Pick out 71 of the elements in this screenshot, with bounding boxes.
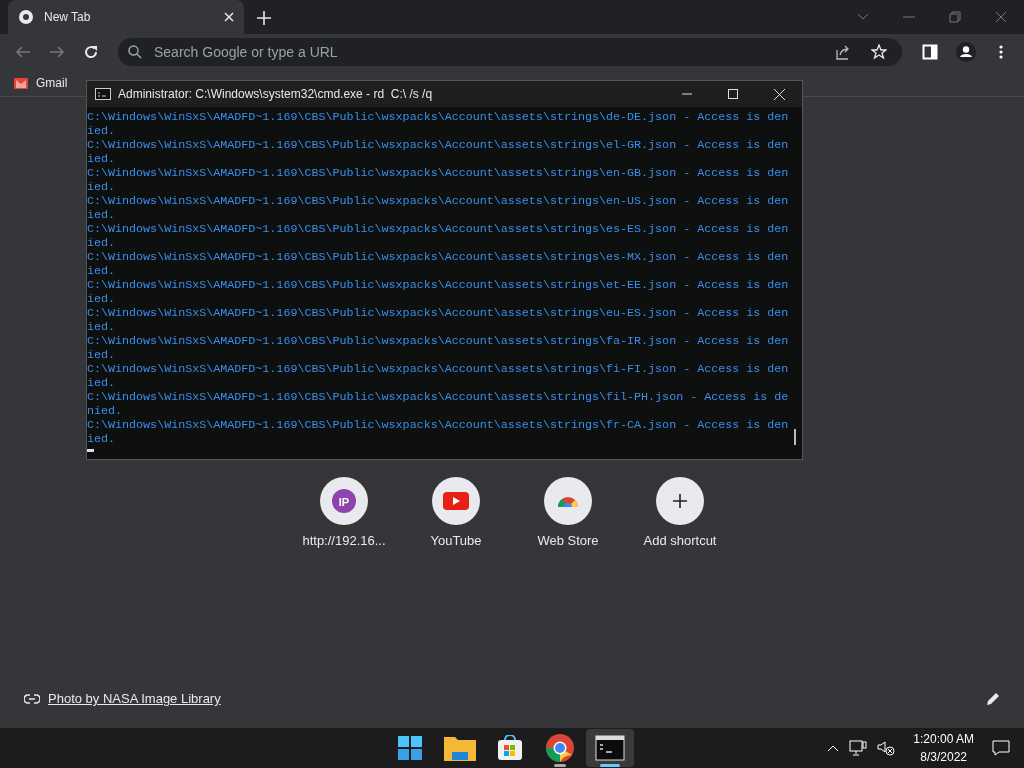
- restore-icon[interactable]: [949, 11, 961, 23]
- shortcut-tile[interactable]: [432, 477, 480, 525]
- window-title: Administrator: C:\Windows\system32\cmd.exe - rd C:\ /s /q: [118, 87, 433, 101]
- console-line: ied.: [87, 264, 117, 278]
- shortcut-tile[interactable]: IP: [320, 477, 368, 525]
- menu-icon[interactable]: [999, 45, 1003, 59]
- console-line: C:\Windows\WinSxS\AMADFD~1.169\CBS\Public\wsxpacks\Account\assets\strings\fr-CA.json - Access is den: [87, 418, 790, 432]
- terminal-icon: [595, 735, 625, 761]
- profile-icon[interactable]: [956, 42, 976, 62]
- console-line: C:\Windows\WinSxS\AMADFD~1.169\CBS\Public\wsxpacks\Account\assets\strings\de-DE.json - Access is den: [87, 110, 790, 124]
- taskbar-clock[interactable]: 1:20:00 AM 8/3/2022: [913, 730, 974, 766]
- console-line: ied.: [87, 236, 117, 250]
- console-line: C:\Windows\WinSxS\AMADFD~1.169\CBS\Public\wsxpacks\Account\assets\strings\fa-IR.json - Access is den: [87, 334, 790, 348]
- taskbar-button[interactable]: [586, 729, 634, 767]
- tab-title: New Tab: [44, 10, 92, 24]
- console-line: ied.: [87, 152, 117, 166]
- console-line: ied.: [87, 432, 117, 446]
- clock-time: 1:20:00 AM: [913, 731, 974, 748]
- console-line: ied.: [87, 292, 117, 306]
- plus-icon: [672, 493, 688, 509]
- console-line: ied.: [87, 320, 117, 334]
- notification-icon[interactable]: [992, 740, 1010, 756]
- forward-arrow-icon[interactable]: [49, 44, 65, 60]
- shortcut-label[interactable]: Web Store: [537, 533, 599, 548]
- reload-icon[interactable]: [83, 44, 99, 60]
- muted-speaker-icon[interactable]: [877, 740, 896, 756]
- browser-tab[interactable]: New Tab: [8, 0, 244, 34]
- shortcut-label[interactable]: YouTube: [430, 533, 482, 548]
- console-line: ied.: [87, 124, 117, 138]
- windows-icon: [397, 735, 423, 761]
- network-icon[interactable]: [849, 740, 868, 756]
- chevron-down-icon[interactable]: [857, 13, 869, 21]
- new-tab-icon[interactable]: [257, 11, 271, 25]
- console-line: C:\Windows\WinSxS\AMADFD~1.169\CBS\Public\wsxpacks\Account\assets\strings\en-GB.json - Access is den: [87, 166, 790, 180]
- bookmark[interactable]: Gmail: [14, 76, 68, 90]
- shortcut-tile[interactable]: [656, 477, 704, 525]
- folder-icon: [443, 734, 477, 762]
- console-line: C:\Windows\WinSxS\AMADFD~1.169\CBS\Public\wsxpacks\Account\assets\strings\et-EE.json - Access is den: [87, 278, 790, 292]
- console-line: ied.: [87, 348, 117, 362]
- youtube-icon: [443, 492, 469, 510]
- back-arrow-icon[interactable]: [15, 44, 31, 60]
- search-icon: [128, 45, 142, 59]
- photo-credit-link[interactable]: Photo by NASA Image Library: [48, 691, 221, 706]
- rainbow-icon: [557, 495, 579, 507]
- console-line: ied.: [87, 376, 117, 390]
- console-line: C:\Windows\WinSxS\AMADFD~1.169\CBS\Public\wsxpacks\Account\assets\strings\eu-ES.json - Access is den: [87, 306, 790, 320]
- pencil-icon[interactable]: [986, 691, 1000, 706]
- side-panel-icon[interactable]: [922, 44, 938, 60]
- console-line: ied.: [87, 180, 117, 194]
- console-line: C:\Windows\WinSxS\AMADFD~1.169\CBS\Public\wsxpacks\Account\assets\strings\en-US.json - Access is den: [87, 194, 790, 208]
- share-icon[interactable]: [835, 44, 851, 60]
- clock-date: 8/3/2022: [920, 749, 967, 766]
- console-line: C:\Windows\WinSxS\AMADFD~1.169\CBS\Public\wsxpacks\Account\assets\strings\el-GR.json - Access is den: [87, 138, 790, 152]
- console-line: C:\Windows\WinSxS\AMADFD~1.169\CBS\Public\wsxpacks\Account\assets\strings\es-ES.json - Access is den: [87, 222, 790, 236]
- mail-icon: [14, 77, 28, 89]
- star-icon[interactable]: [871, 44, 887, 60]
- store-icon: [497, 735, 523, 761]
- maximize-icon[interactable]: [728, 89, 738, 99]
- console-line: nied.: [87, 404, 124, 418]
- console-line: ied.: [87, 208, 117, 222]
- shortcut-tile[interactable]: [544, 477, 592, 525]
- console-icon: [95, 88, 111, 100]
- console-line: C:\Windows\WinSxS\AMADFD~1.169\CBS\Public\wsxpacks\Account\assets\strings\fi-FI.json - Access is den: [87, 362, 790, 376]
- address-bar[interactable]: Search Google or type a URL: [118, 38, 902, 66]
- shortcut-label[interactable]: http://192.16...: [302, 533, 386, 548]
- console-line: C:\Windows\WinSxS\AMADFD~1.169\CBS\Public\wsxpacks\Account\assets\strings\es-MX.json - Access is den: [87, 250, 790, 264]
- chevron-up-icon[interactable]: [827, 744, 840, 752]
- site-icon: IP: [331, 488, 357, 514]
- shortcut-label[interactable]: Add shortcut: [643, 533, 717, 548]
- console-line: C:\Windows\WinSxS\AMADFD~1.169\CBS\Public\wsxpacks\Account\assets\strings\fil-PH.json - Access is de: [87, 390, 790, 404]
- link-icon: [24, 693, 40, 704]
